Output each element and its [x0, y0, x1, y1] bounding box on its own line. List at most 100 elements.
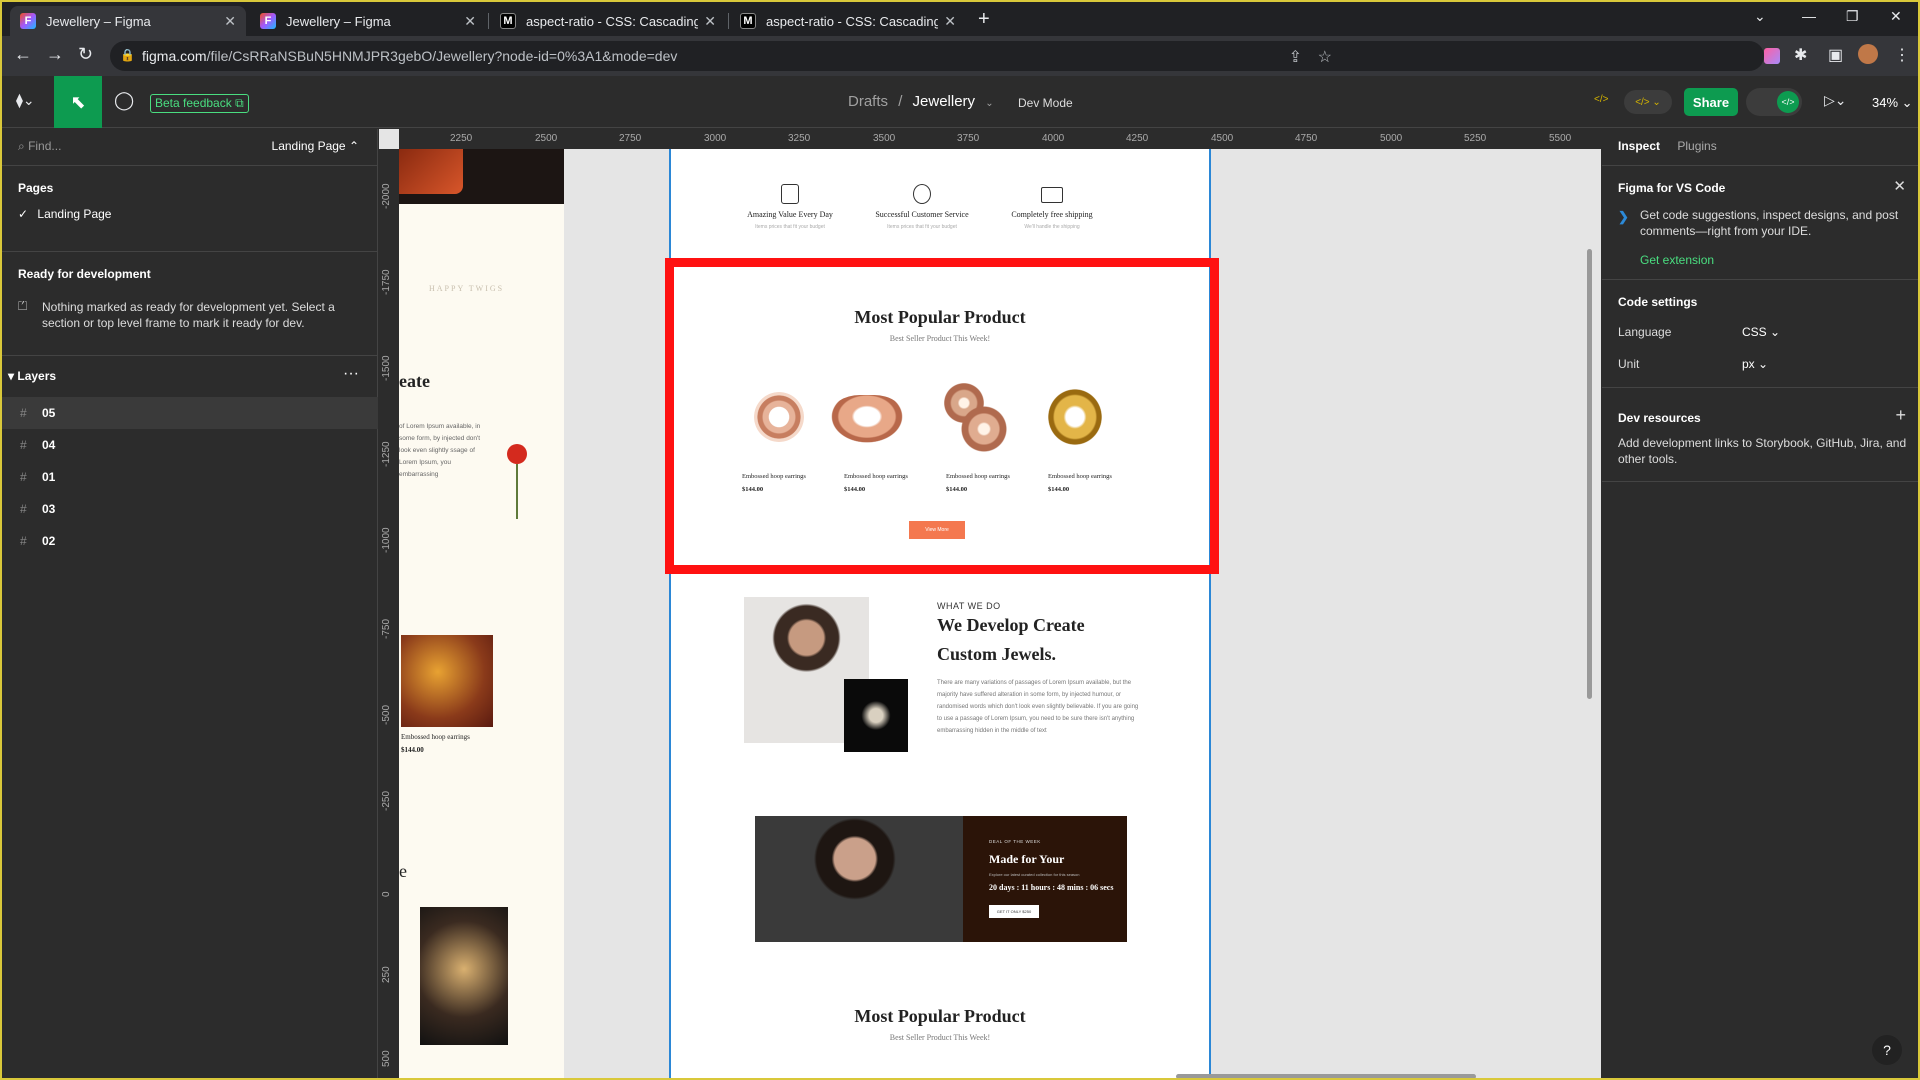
- ruler-tick: 4000: [1042, 133, 1065, 144]
- ready-text: Nothing marked as ready for development …: [42, 300, 335, 330]
- dev-resources-heading: Dev resources: [1618, 411, 1701, 425]
- vscode-heading: Figma for VS Code: [1618, 181, 1726, 195]
- close-icon[interactable]: ✕: [224, 13, 236, 30]
- vscode-text: Get code suggestions, inspect designs, a…: [1640, 208, 1899, 238]
- extensions-puzzle-icon[interactable]: ✱: [1794, 45, 1807, 65]
- browser-tab[interactable]: M aspect-ratio - CSS: Cascading St ✕: [730, 6, 966, 36]
- deal-button[interactable]: GET IT ONLY $250: [989, 905, 1039, 918]
- product-image: [399, 149, 463, 194]
- breadcrumb-drafts[interactable]: Drafts: [848, 93, 888, 110]
- canvas[interactable]: 2250 2500 2750 3000 3250 3500 3750 4000 …: [379, 129, 1601, 1078]
- minimize-icon[interactable]: —: [1802, 8, 1816, 24]
- design-frame-left[interactable]: HAPPY TWIGS eate of Lorem Ipsum availabl…: [399, 149, 564, 1078]
- avatar[interactable]: [1858, 44, 1878, 64]
- divider: [1602, 481, 1918, 482]
- layer-item[interactable]: #05: [2, 397, 378, 429]
- close-icon[interactable]: ✕: [1893, 177, 1906, 195]
- layer-item[interactable]: #04: [2, 429, 378, 461]
- ruler-tick: 4250: [1126, 133, 1149, 144]
- mdn-icon: M: [500, 13, 516, 29]
- mdn-icon: M: [740, 13, 756, 29]
- help-button[interactable]: ?: [1872, 1035, 1902, 1065]
- browser-tab[interactable]: M aspect-ratio - CSS: Cascading St ✕: [490, 6, 726, 36]
- move-tool-button[interactable]: ⬉: [54, 76, 102, 128]
- share-button[interactable]: Share: [1684, 88, 1738, 116]
- layer-item[interactable]: #02: [2, 525, 378, 557]
- tab-inspect[interactable]: Inspect: [1618, 139, 1660, 153]
- tab-plugins[interactable]: Plugins: [1677, 139, 1716, 153]
- search-field[interactable]: ⌕ Find...: [18, 139, 61, 154]
- ruler-tick: 5500: [1549, 133, 1572, 144]
- feature-item: Completely free shipping We'll handle th…: [987, 184, 1117, 230]
- side-panel-icon[interactable]: ▣: [1828, 45, 1843, 65]
- frame-icon: #: [20, 534, 27, 548]
- tab-title: aspect-ratio - CSS: Cascading St: [766, 13, 939, 29]
- section-title: We Develop Create: [937, 615, 1085, 635]
- dev-mode-label: Dev Mode: [1018, 96, 1073, 110]
- horizontal-scrollbar[interactable]: [1176, 1074, 1476, 1078]
- browser-tab[interactable]: F Jewellery – Figma ✕: [10, 6, 246, 36]
- section-title: Most Popular Product: [854, 1006, 1026, 1026]
- unit-select[interactable]: px ⌄: [1742, 357, 1768, 371]
- countdown-timer: 20 days : 11 hours : 48 mins : 06 secs: [989, 883, 1114, 892]
- dark-hero-band: [399, 149, 564, 204]
- language-select[interactable]: CSS ⌄: [1742, 325, 1780, 339]
- close-icon[interactable]: ✕: [944, 13, 956, 30]
- code-dropdown-button[interactable]: </> ⌄: [1624, 90, 1672, 114]
- layer-item[interactable]: #01: [2, 461, 378, 493]
- dev-mode-toggle[interactable]: </>: [1746, 88, 1802, 116]
- page-selector[interactable]: Landing Page ⌃: [272, 139, 359, 153]
- tab-search-icon[interactable]: ⌄: [1754, 8, 1766, 25]
- ruler-tick: 3750: [957, 133, 980, 144]
- url-text: figma.com/file/CsRRaNSBuN5HNMJPR3gebO/Je…: [142, 48, 678, 64]
- deal-title: Made for Your: [989, 852, 1065, 866]
- layer-item[interactable]: #03: [2, 493, 378, 525]
- model-photo: [755, 816, 963, 942]
- more-icon[interactable]: ···: [343, 365, 359, 383]
- lock-icon: 🔒: [120, 48, 135, 62]
- present-icon[interactable]: ▷⌄: [1824, 92, 1847, 109]
- page-item-landing[interactable]: ✓ Landing Page: [18, 207, 111, 221]
- reload-icon[interactable]: ↻: [78, 44, 93, 65]
- get-extension-link[interactable]: Get extension: [1640, 253, 1714, 267]
- add-icon[interactable]: +: [1895, 405, 1906, 426]
- forward-icon[interactable]: →: [46, 44, 64, 65]
- award-icon: [913, 184, 931, 204]
- close-icon[interactable]: ✕: [704, 13, 716, 30]
- layers-heading[interactable]: ▾ Layers: [8, 369, 56, 383]
- url-field[interactable]: 🔒 figma.com/file/CsRRaNSBuN5HNMJPR3gebO/…: [110, 41, 1764, 71]
- vertical-ruler: -2000 -1750 -1500 -1250 -1000 -750 -500 …: [379, 149, 399, 1078]
- vertical-scrollbar[interactable]: [1587, 249, 1592, 699]
- product-price: $144.00: [401, 746, 424, 754]
- frame-icon: #: [20, 502, 27, 516]
- ruler-tick: -1750: [381, 269, 392, 295]
- restore-icon[interactable]: ❐: [1846, 8, 1859, 25]
- chevron-down-icon[interactable]: ⌄: [985, 98, 993, 109]
- bookmark-icon[interactable]: ☆: [1318, 47, 1332, 67]
- window-close-icon[interactable]: ✕: [1890, 8, 1902, 25]
- main-menu-icon[interactable]: ⧫⌄: [16, 92, 35, 109]
- browser-tab[interactable]: F Jewellery – Figma ✕: [250, 6, 486, 36]
- section-heading: eate: [399, 371, 430, 391]
- tab-divider: [488, 13, 489, 29]
- tab-divider: [728, 13, 729, 29]
- unit-label: Unit: [1618, 357, 1640, 371]
- inspect-panel: Inspect Plugins Figma for VS Code ✕ ❯ Ge…: [1602, 129, 1918, 1078]
- menu-dots-icon[interactable]: ⋮: [1894, 45, 1910, 65]
- close-icon[interactable]: ✕: [464, 13, 476, 30]
- screen: F Jewellery – Figma ✕ F Jewellery – Figm…: [0, 0, 1920, 1080]
- code-icon[interactable]: </>: [1594, 94, 1608, 105]
- new-tab-icon[interactable]: +: [978, 8, 990, 31]
- comment-icon[interactable]: ◯: [114, 90, 134, 111]
- extension-icon[interactable]: [1764, 48, 1780, 64]
- zoom-level[interactable]: 34% ⌄: [1872, 95, 1913, 111]
- share-page-icon[interactable]: ⇪: [1289, 47, 1302, 67]
- beta-feedback-button[interactable]: Beta feedback ⧉: [150, 94, 249, 113]
- ruler-tick: -1000: [381, 527, 392, 553]
- feature-title: Amazing Value Every Day: [747, 210, 833, 219]
- eyebrow-text: WHAT WE DO: [937, 601, 1001, 611]
- back-icon[interactable]: ←: [14, 44, 32, 65]
- section-subtitle: Best Seller Product This Week!: [889, 1033, 991, 1042]
- file-name[interactable]: Jewellery: [913, 93, 976, 110]
- figma-toolbar: ⧫⌄ ⬉ ◯ Beta feedback ⧉ Drafts / Jeweller…: [2, 76, 1918, 128]
